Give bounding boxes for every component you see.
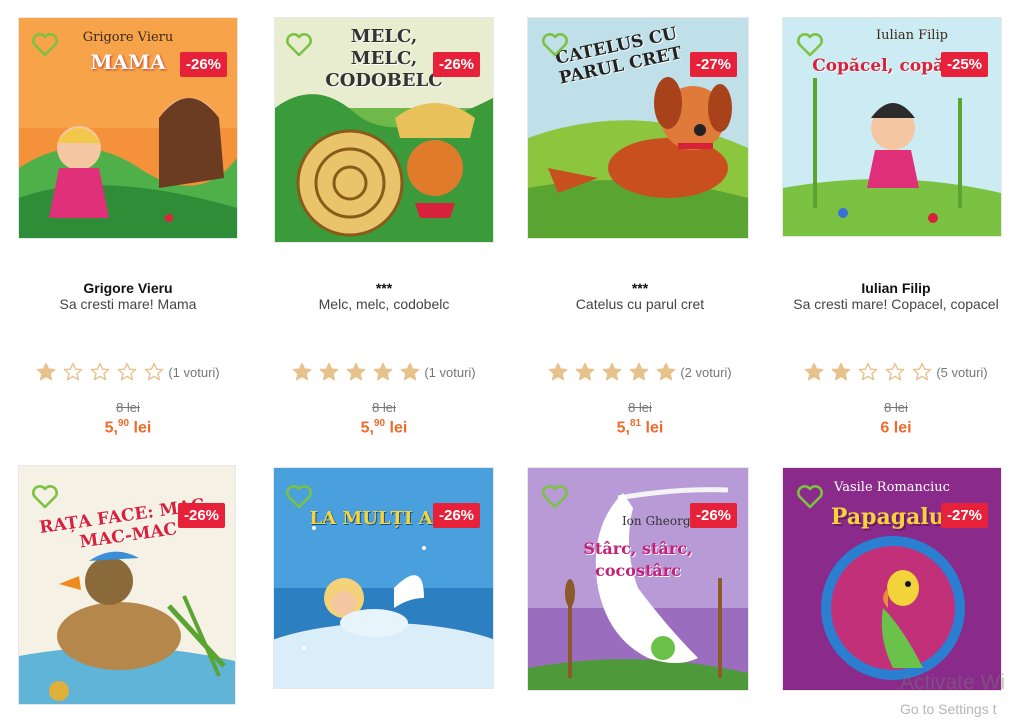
price-integer: 5,: [360, 419, 374, 437]
star-empty-icon[interactable]: [858, 362, 878, 382]
star-filled-icon[interactable]: [575, 362, 595, 382]
discount-badge: -26%: [690, 503, 738, 528]
star-filled-icon[interactable]: [656, 362, 676, 382]
new-price: 5,81 lei: [512, 418, 768, 437]
star-filled-icon[interactable]: [629, 362, 649, 382]
star-empty-icon[interactable]: [63, 362, 83, 382]
votes-count: (2 voturi): [680, 364, 732, 380]
price-integer: 6 lei: [880, 419, 912, 437]
wishlist-heart-icon[interactable]: [541, 32, 569, 58]
new-price: 6 lei: [768, 418, 1024, 437]
wishlist-heart-icon[interactable]: [796, 32, 824, 58]
discount-badge: -25%: [941, 52, 989, 77]
price-decimals: 90: [373, 418, 386, 429]
product-author[interactable]: Iulian Filip: [768, 280, 1024, 296]
star-empty-icon[interactable]: [90, 362, 110, 382]
new-price: 5,90 lei: [0, 418, 256, 437]
star-filled-icon[interactable]: [292, 362, 312, 382]
wishlist-heart-icon[interactable]: [31, 484, 59, 510]
product-author[interactable]: ***: [256, 280, 512, 296]
star-empty-icon[interactable]: [144, 362, 164, 382]
rating-stars[interactable]: (2 voturi): [512, 362, 768, 382]
price-integer: 5,: [104, 419, 118, 437]
wishlist-heart-icon[interactable]: [285, 32, 313, 58]
price-unit: lei: [385, 419, 408, 437]
star-filled-icon[interactable]: [346, 362, 366, 382]
product-author[interactable]: ***: [512, 280, 768, 296]
product-grid: Grigore Vieru MAMA -26% Grigore Vieru Sa…: [0, 0, 1024, 718]
old-price: 8 lei: [116, 400, 140, 415]
wishlist-heart-icon[interactable]: [541, 484, 569, 510]
price-decimals: 81: [629, 418, 642, 429]
rating-stars[interactable]: (5 voturi): [768, 362, 1024, 382]
watermark-line-2: Go to Settings t: [900, 701, 997, 717]
star-filled-icon[interactable]: [831, 362, 851, 382]
product-title[interactable]: Sa cresti mare! Mama: [0, 296, 256, 312]
price-decimals: 90: [117, 418, 130, 429]
windows-activation-watermark: Activate Wi Go to Settings t: [900, 670, 1005, 722]
product-title[interactable]: Sa cresti mare! Copacel, copacel: [768, 296, 1024, 312]
star-filled-icon[interactable]: [319, 362, 339, 382]
star-filled-icon[interactable]: [548, 362, 568, 382]
star-empty-icon[interactable]: [885, 362, 905, 382]
star-empty-icon[interactable]: [117, 362, 137, 382]
star-filled-icon[interactable]: [373, 362, 393, 382]
discount-badge: -26%: [433, 52, 481, 77]
star-filled-icon[interactable]: [602, 362, 622, 382]
price-unit: lei: [641, 419, 664, 437]
cover-author-text: Iulian Filip: [876, 28, 948, 43]
discount-badge: -27%: [690, 52, 738, 77]
star-filled-icon[interactable]: [400, 362, 420, 382]
price-integer: 5,: [616, 419, 630, 437]
cover-title-text: Stârc, stârc, cocostârc: [583, 539, 693, 580]
old-price: 8 lei: [884, 400, 908, 415]
price-unit: lei: [129, 419, 152, 437]
product-title[interactable]: Melc, melc, codobelc: [256, 296, 512, 312]
watermark-line-1: Activate Wi: [900, 671, 1006, 694]
discount-badge: -27%: [941, 503, 989, 528]
votes-count: (1 voturi): [424, 364, 476, 380]
votes-count: (1 voturi): [168, 364, 220, 380]
discount-badge: -26%: [433, 503, 481, 528]
discount-badge: -26%: [180, 52, 228, 77]
star-filled-icon[interactable]: [804, 362, 824, 382]
old-price: 8 lei: [628, 400, 652, 415]
rating-stars[interactable]: (1 voturi): [0, 362, 256, 382]
wishlist-heart-icon[interactable]: [31, 32, 59, 58]
star-filled-icon[interactable]: [36, 362, 56, 382]
votes-count: (5 voturi): [936, 364, 988, 380]
rating-stars[interactable]: (1 voturi): [256, 362, 512, 382]
old-price: 8 lei: [372, 400, 396, 415]
discount-badge: -26%: [178, 503, 226, 528]
star-empty-icon[interactable]: [912, 362, 932, 382]
wishlist-heart-icon[interactable]: [796, 484, 824, 510]
wishlist-heart-icon[interactable]: [285, 484, 313, 510]
new-price: 5,90 lei: [256, 418, 512, 437]
product-author[interactable]: Grigore Vieru: [0, 280, 256, 296]
product-title[interactable]: Catelus cu parul cret: [512, 296, 768, 312]
